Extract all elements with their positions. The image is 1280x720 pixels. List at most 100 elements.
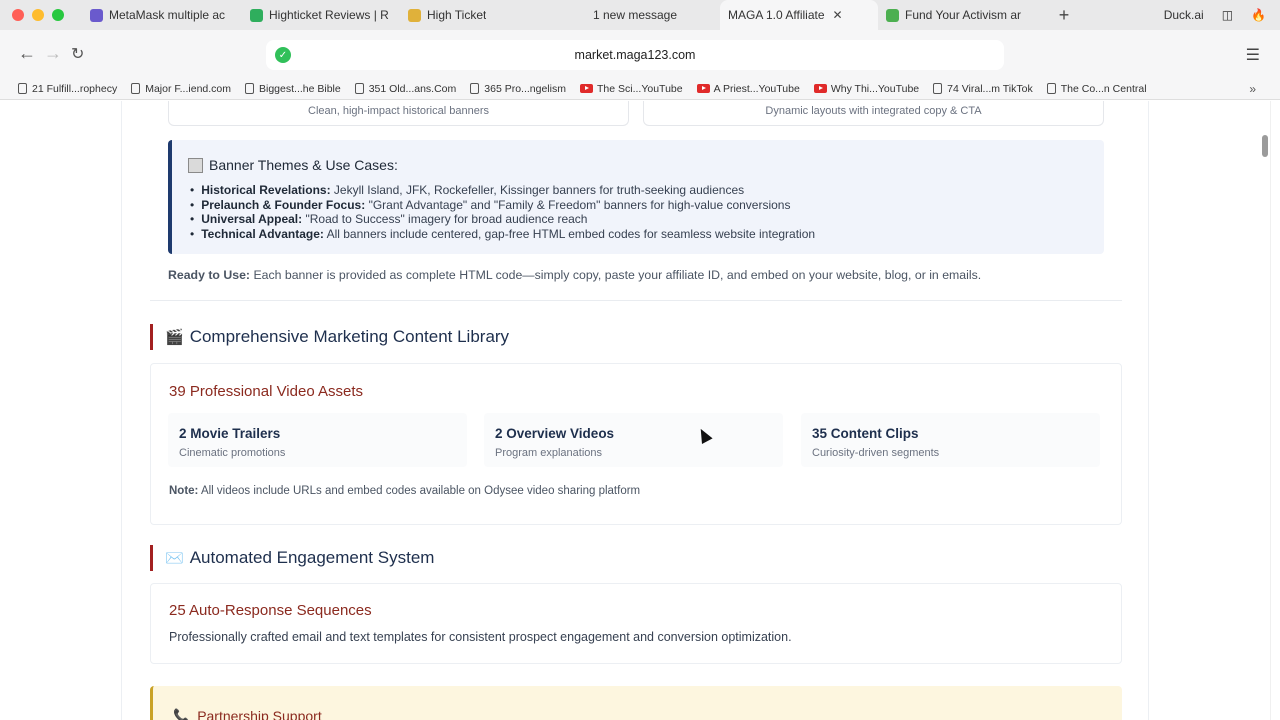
bookmark-item[interactable]: Why Thi...YouTube bbox=[813, 82, 920, 95]
stat-title: 2 Movie Trailers bbox=[179, 426, 281, 441]
bookmark-item[interactable]: Major F...iend.com bbox=[131, 83, 231, 95]
bookmark-icon bbox=[933, 83, 943, 94]
stat-card-movie-trailers: 2 Movie Trailers Cinematic promotions bbox=[168, 413, 467, 467]
bookmark-item[interactable]: The Sci...YouTube bbox=[579, 83, 683, 95]
stat-title: 2 Overview Videos bbox=[495, 426, 615, 441]
scrollbar-thumb[interactable] bbox=[1262, 135, 1268, 157]
reload-icon[interactable]: ↻ bbox=[71, 44, 84, 64]
banner-themes-heading: Banner Themes & Use Cases: bbox=[188, 157, 398, 173]
tab-favicon-icon bbox=[886, 8, 899, 22]
bookmark-item[interactable]: 351 Old...ans.Com bbox=[354, 82, 457, 95]
new-tab-button[interactable]: + bbox=[1050, 5, 1078, 26]
theme-label: Prelaunch & Founder Focus: bbox=[201, 197, 366, 212]
ready-to-use-text: Ready to Use: Each banner is provided as… bbox=[168, 268, 981, 282]
more-bookmarks-icon[interactable]: » bbox=[1249, 82, 1256, 96]
theme-text: Jekyll Island, JFK, Rockefeller, Kissing… bbox=[333, 183, 745, 197]
fire-button-icon[interactable]: 🔥 bbox=[1251, 8, 1266, 22]
tab-label: Highticket Reviews | R bbox=[269, 8, 389, 22]
content-library-title: Comprehensive Marketing Content Library bbox=[189, 327, 510, 346]
browser-tab[interactable]: Highticket Reviews | R bbox=[242, 0, 400, 30]
ready-label: Ready to Use: bbox=[168, 268, 251, 282]
bookmark-label: Major F...iend.com bbox=[145, 82, 231, 95]
bookmark-item[interactable]: 365 Pro...ngelism bbox=[470, 83, 566, 95]
list-item: Universal Appeal: "Road to Success" imag… bbox=[190, 212, 815, 227]
bookmark-label: The Co...n Central bbox=[1060, 82, 1147, 95]
video-note: Note: All videos include URLs and embed … bbox=[169, 485, 640, 497]
page-viewport: Clean, high-impact historical banners Dy… bbox=[0, 101, 1280, 720]
tab-favicon-icon bbox=[250, 8, 263, 22]
auto-response-panel: 25 Auto-Response Sequences Professionall… bbox=[150, 583, 1122, 664]
bookmark-label: Biggest...he Bible bbox=[259, 82, 341, 95]
envelope-icon: ✉️ bbox=[165, 550, 184, 567]
telephone-icon: 📞 bbox=[173, 708, 190, 720]
tab-favicon-icon bbox=[90, 8, 103, 22]
bookmark-label: Why Thi...YouTube bbox=[830, 82, 920, 95]
theme-text: "Grant Advantage" and "Family & Freedom"… bbox=[368, 197, 791, 212]
stat-card-overview-videos: 2 Overview Videos Program explanations bbox=[484, 413, 783, 467]
tab-label: MetaMask multiple ac bbox=[109, 8, 226, 22]
bookmark-item[interactable]: The Co...n Central bbox=[1046, 82, 1147, 95]
partnership-heading: 📞 Partnership Support bbox=[173, 708, 322, 720]
banner-themes-box: Banner Themes & Use Cases: Historical Re… bbox=[168, 140, 1104, 254]
bookmark-icon bbox=[354, 83, 364, 94]
browser-tab[interactable]: Fund Your Activism ar bbox=[878, 0, 1050, 30]
bookmark-item[interactable]: 21 Fulfill...rophecy bbox=[18, 83, 117, 95]
tab-bar: MetaMask multiple ac Highticket Reviews |… bbox=[0, 0, 1280, 30]
tab-favicon-icon bbox=[408, 8, 421, 22]
engagement-title: Automated Engagement System bbox=[189, 548, 435, 567]
stat-title: 35 Content Clips bbox=[812, 426, 919, 441]
forward-arrow-icon[interactable]: → bbox=[44, 43, 62, 64]
url-field[interactable]: ✓ market.maga123.com bbox=[266, 40, 1004, 70]
close-tab-icon[interactable]: ✕ bbox=[833, 8, 843, 22]
content-library-heading: 🎬 Comprehensive Marketing Content Librar… bbox=[150, 324, 509, 350]
bookmark-label: 365 Pro...ngelism bbox=[484, 82, 566, 95]
banner-themes-list: Historical Revelations: Jekyll Island, J… bbox=[190, 183, 815, 241]
partnership-title: Partnership Support bbox=[197, 708, 322, 720]
bookmark-label: 351 Old...ans.Com bbox=[368, 82, 457, 95]
bookmarks-bar: 21 Fulfill...rophecy Major F...iend.com Bi… bbox=[0, 78, 1280, 100]
ready-body: Each banner is provided as complete HTML… bbox=[253, 268, 982, 282]
scrollbar-track[interactable] bbox=[1270, 101, 1271, 720]
theme-label: Historical Revelations: bbox=[201, 183, 331, 197]
back-arrow-icon[interactable]: ← bbox=[18, 43, 36, 64]
tab-label: High Ticket bbox=[427, 8, 487, 22]
bookmark-icon bbox=[245, 83, 254, 94]
minimize-window-button[interactable] bbox=[32, 9, 44, 21]
note-label: Note: bbox=[169, 485, 199, 497]
address-bar: ← → ↻ ✓ market.maga123.com ☰ bbox=[0, 30, 1280, 78]
bookmark-icon bbox=[131, 83, 141, 94]
bookmark-label: 74 Viral...m TikTok bbox=[947, 82, 1033, 95]
clapperboard-icon: 🎬 bbox=[165, 329, 184, 346]
auto-response-text: Professionally crafted email and text te… bbox=[169, 630, 792, 644]
bookmark-label: A Priest...YouTube bbox=[713, 82, 800, 95]
list-item: Prelaunch & Founder Focus: "Grant Advant… bbox=[190, 198, 815, 213]
youtube-icon bbox=[579, 84, 593, 93]
divider bbox=[150, 300, 1122, 301]
theme-text: "Road to Success" imagery for broad audi… bbox=[305, 212, 588, 226]
privacy-shield-icon[interactable]: ✓ bbox=[275, 47, 291, 63]
browser-tab[interactable]: MetaMask multiple ac bbox=[82, 0, 242, 30]
youtube-icon bbox=[696, 84, 710, 93]
hamburger-menu-icon[interactable]: ☰ bbox=[1246, 45, 1260, 65]
stat-card-content-clips: 35 Content Clips Curiosity-driven segmen… bbox=[801, 413, 1100, 467]
browser-tab[interactable]: 1 new message bbox=[550, 0, 720, 30]
stat-desc: Cinematic promotions bbox=[179, 447, 286, 459]
sidebar-toggle-icon[interactable]: ◫ bbox=[1222, 8, 1233, 22]
close-window-button[interactable] bbox=[12, 9, 24, 21]
theme-text: All banners include centered, gap-free H… bbox=[326, 226, 816, 241]
stat-desc: Curiosity-driven segments bbox=[812, 447, 940, 459]
theme-label: Technical Advantage: bbox=[201, 226, 324, 241]
page-content: Clean, high-impact historical banners Dy… bbox=[121, 101, 1149, 720]
tab-label: MAGA 1.0 Affiliate bbox=[728, 8, 825, 22]
bookmark-label: 21 Fulfill...rophecy bbox=[32, 82, 118, 95]
bookmark-icon bbox=[1046, 83, 1056, 94]
browser-tab[interactable]: High Ticket bbox=[400, 0, 550, 30]
duck-ai-button[interactable]: Duck.ai bbox=[1164, 8, 1204, 22]
zoom-window-button[interactable] bbox=[52, 9, 64, 21]
bookmark-item[interactable]: A Priest...YouTube bbox=[696, 82, 800, 95]
bookmark-item[interactable]: 74 Viral...m TikTok bbox=[933, 83, 1033, 95]
stat-desc: Program explanations bbox=[495, 447, 603, 459]
bookmark-item[interactable]: Biggest...he Bible bbox=[245, 83, 341, 95]
browser-tab[interactable]: MAGA 1.0 Affiliate ✕ bbox=[720, 0, 878, 30]
list-item: Technical Advantage: All banners include… bbox=[190, 227, 815, 242]
